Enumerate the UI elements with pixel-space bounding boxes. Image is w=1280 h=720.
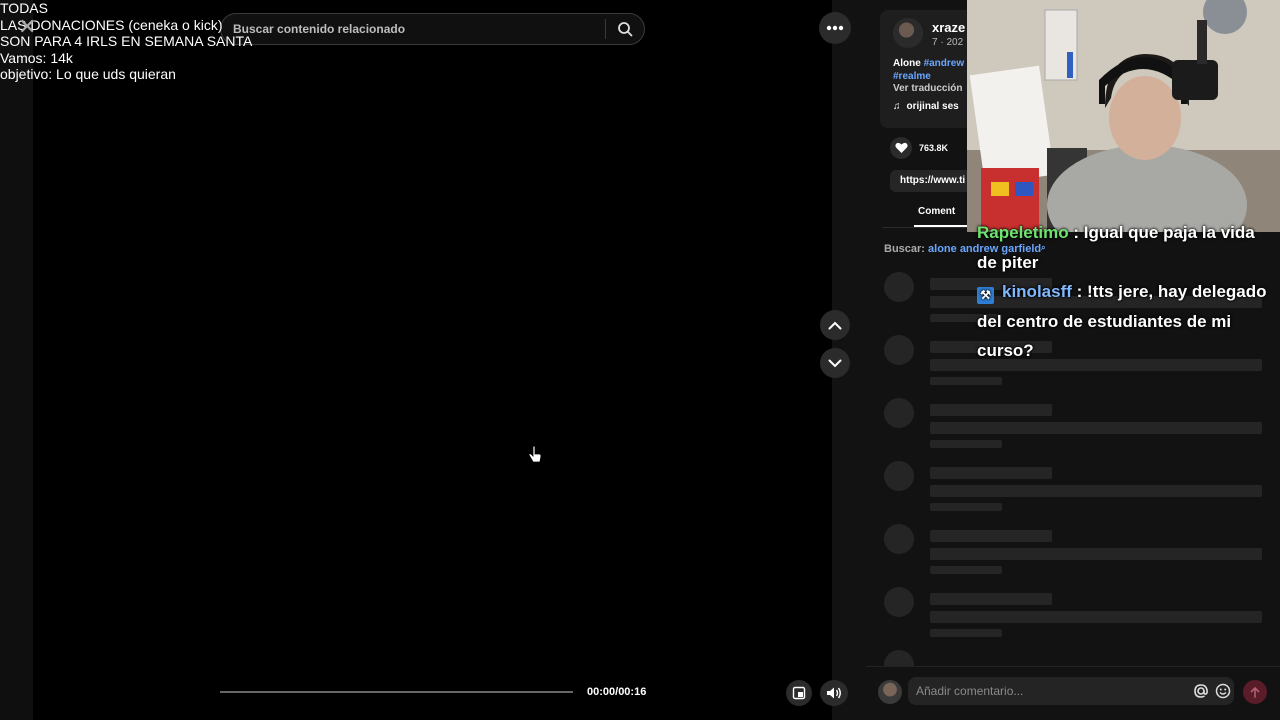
music-title: orijinal ses <box>906 101 959 112</box>
search-input[interactable]: Buscar contenido relacionado <box>221 22 605 36</box>
chat-username: Rapeletimo <box>977 223 1069 242</box>
skeleton-avatar <box>884 335 914 365</box>
more-options-icon[interactable] <box>819 12 851 44</box>
overlay-line: Vamos: 14k <box>0 49 73 66</box>
picture-in-picture-icon[interactable] <box>786 680 812 706</box>
skeleton-avatar <box>884 461 914 491</box>
skeleton-avatar <box>884 398 914 428</box>
stream-chat-overlay: Rapeletimo : Igual que paja la vida de p… <box>977 218 1277 366</box>
tab-comments[interactable]: Coment <box>918 206 955 217</box>
skeleton-line <box>930 548 1262 560</box>
skeleton-avatar <box>884 587 914 617</box>
skeleton-line <box>930 440 1002 448</box>
skeleton-avatar <box>884 524 914 554</box>
previous-video-button[interactable] <box>820 310 850 340</box>
overlay-line: TODAS <box>0 0 48 16</box>
post-caption: Alone #andrew #realme <box>893 58 973 83</box>
progress-bar[interactable] <box>220 691 573 693</box>
close-icon[interactable]: ✕ <box>18 14 36 40</box>
emoji-icon[interactable] <box>1212 680 1234 702</box>
time-display: 00:00/00:16 <box>587 686 647 698</box>
skeleton-line <box>930 377 1002 385</box>
hashtag-link[interactable]: #realme <box>893 71 931 82</box>
skeleton-avatar <box>884 272 914 302</box>
heart-icon <box>894 142 908 153</box>
chat-message: Rapeletimo : Igual que paja la vida de p… <box>977 218 1277 277</box>
hammer-badge-icon: ⚒ <box>977 287 994 304</box>
arrow-up-icon <box>1250 686 1260 698</box>
author-username[interactable]: xraze <box>932 20 965 35</box>
donation-overlay-text: TODAS LAS DONACIONES (ceneka o kick) SON… <box>0 0 252 83</box>
skeleton-line <box>930 566 1002 574</box>
overlay-line: objetivo: Lo que uds quieran <box>0 66 176 83</box>
skeleton-line <box>930 629 1002 637</box>
next-video-button[interactable] <box>820 348 850 378</box>
mention-icon[interactable] <box>1190 680 1212 702</box>
music-note-icon: ♫ <box>893 101 901 112</box>
skeleton-line <box>930 485 1262 497</box>
video-player[interactable] <box>0 0 866 720</box>
related-search-label: Buscar: <box>884 243 925 255</box>
skeleton-line <box>930 611 1262 623</box>
search-icon[interactable] <box>606 14 644 44</box>
active-tab-indicator <box>914 225 974 227</box>
caption-text: Alone <box>893 58 924 69</box>
overlay-line: LAS DONACIONES (ceneka o kick) <box>0 16 223 33</box>
webcam-feed <box>967 0 1280 232</box>
author-avatar[interactable] <box>893 18 923 48</box>
comment-placeholder: Añadir comentario... <box>916 684 1024 698</box>
skeleton-line <box>930 422 1262 434</box>
current-user-avatar <box>878 680 902 704</box>
chat-username: kinolasff <box>1002 282 1072 301</box>
webcam-image <box>967 0 1280 232</box>
chat-message: ⚒ kinolasff : !tts jere, hay delegado del… <box>977 277 1277 366</box>
like-button[interactable] <box>890 137 912 159</box>
translate-link[interactable]: Ver traducción <box>893 83 962 94</box>
post-url: https://www.ti <box>900 175 966 186</box>
comment-input[interactable]: Añadir comentario... <box>908 677 1234 705</box>
skeleton-line <box>930 467 1052 479</box>
like-count: 763.8K <box>919 143 949 153</box>
hand-cursor-icon <box>528 445 542 471</box>
skeleton-line <box>930 503 1002 511</box>
volume-icon[interactable] <box>820 680 848 706</box>
skeleton-line <box>930 593 1052 605</box>
search-bar[interactable]: Buscar contenido relacionado <box>220 13 645 45</box>
music-row[interactable]: ♫ orijinal ses <box>893 101 959 112</box>
send-comment-button[interactable] <box>1243 680 1267 704</box>
chevron-up-icon <box>828 321 842 329</box>
overlay-line: SON PARA 4 IRLS EN SEMANA SANTA <box>0 33 253 50</box>
chevron-down-icon <box>828 359 842 367</box>
post-date: 7 · 202 <box>932 37 964 48</box>
hashtag-link[interactable]: #andrew <box>924 58 965 69</box>
skeleton-line <box>930 530 1052 542</box>
skeleton-line <box>930 404 1052 416</box>
left-edge <box>0 0 33 720</box>
